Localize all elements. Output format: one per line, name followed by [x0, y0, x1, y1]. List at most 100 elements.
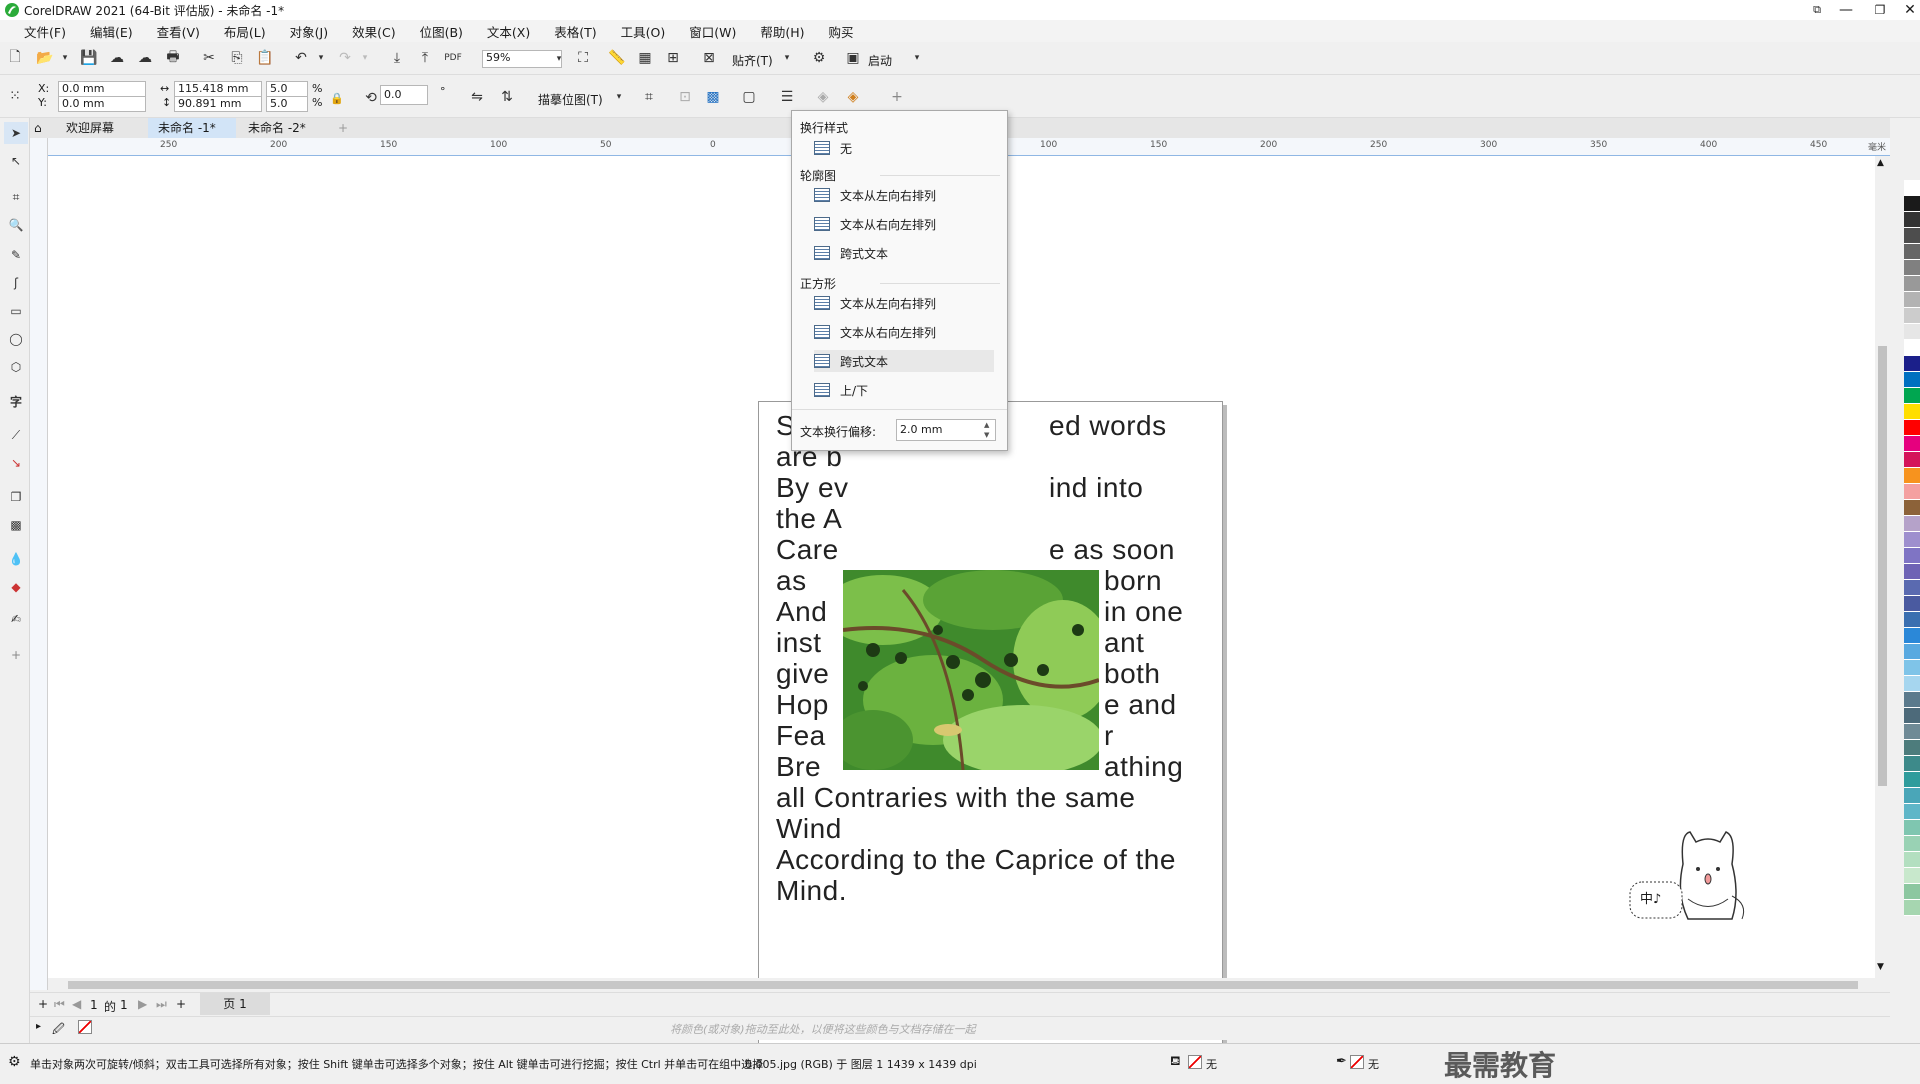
- palette-swatch[interactable]: [1904, 196, 1920, 212]
- artistic-media-icon[interactable]: ʃ: [4, 272, 28, 294]
- snap-dropdown-icon[interactable]: ▾: [776, 47, 798, 69]
- menu-object[interactable]: 对象(J): [278, 22, 340, 41]
- width-field[interactable]: 115.418 mm: [174, 81, 262, 97]
- rotation-angle-field[interactable]: 0.0: [380, 85, 428, 105]
- transparency-icon[interactable]: ▩: [4, 514, 28, 536]
- crop-tool-icon[interactable]: ⌗: [4, 186, 28, 208]
- eyedropper-icon[interactable]: 🖉: [52, 1020, 65, 1041]
- smart-fill-icon[interactable]: ✍: [4, 608, 28, 630]
- no-color-swatch[interactable]: [78, 1020, 92, 1034]
- palette-swatch[interactable]: [1904, 356, 1920, 372]
- outline-pen-icon[interactable]: ✒: [1336, 1054, 1347, 1069]
- menu-layout[interactable]: 布局(L): [212, 22, 278, 41]
- connector-tool-icon[interactable]: ↘: [4, 452, 28, 474]
- palette-swatch[interactable]: [1904, 500, 1920, 516]
- palette-swatch[interactable]: [1904, 244, 1920, 260]
- wrap-offset-field[interactable]: 2.0 mm: [896, 419, 996, 441]
- menu-tools[interactable]: 工具(O): [609, 22, 678, 41]
- color-palette[interactable]: [1904, 180, 1920, 1000]
- vertical-ruler[interactable]: [30, 138, 48, 990]
- menu-file[interactable]: 文件(F): [12, 22, 78, 41]
- rectangle-tool-icon[interactable]: ▭: [4, 300, 28, 322]
- offset-spinner-icon[interactable]: ▲ ▼: [984, 420, 989, 440]
- full-screen-icon[interactable]: ⛶: [572, 47, 594, 69]
- next-page-icon[interactable]: ▶: [138, 997, 147, 1011]
- vertical-scroll-thumb[interactable]: [1878, 346, 1887, 786]
- open-dropdown-icon[interactable]: ▾: [54, 47, 76, 69]
- add-page-after-icon[interactable]: +: [176, 997, 186, 1011]
- page-tab[interactable]: 页 1: [200, 993, 270, 1015]
- text-line-right[interactable]: e and: [1104, 689, 1177, 721]
- eyedropper-icon[interactable]: 💧: [4, 548, 28, 570]
- text-line-right[interactable]: ed words: [1049, 410, 1167, 442]
- vertical-scrollbar[interactable]: ▲ ▼: [1875, 156, 1890, 978]
- text-line-right[interactable]: born: [1104, 565, 1162, 597]
- resample-icon[interactable]: ⊡: [674, 86, 696, 108]
- height-field[interactable]: 90.891 mm: [174, 96, 262, 112]
- text-line[interactable]: inst: [776, 627, 822, 659]
- palette-swatch[interactable]: [1904, 868, 1920, 884]
- snap-to-menu[interactable]: 贴齐(T): [732, 52, 773, 69]
- palette-swatch[interactable]: [1904, 468, 1920, 484]
- edit-bitmap-icon[interactable]: ▩: [702, 86, 724, 108]
- cut-icon[interactable]: ✂: [198, 47, 220, 69]
- show-rulers-icon[interactable]: 📏: [606, 47, 628, 69]
- launch-dropdown-icon[interactable]: ▾: [906, 47, 928, 69]
- trace-dropdown-icon[interactable]: ▾: [608, 86, 630, 108]
- palette-swatch[interactable]: [1904, 404, 1920, 420]
- palette-swatch[interactable]: [1904, 388, 1920, 404]
- tab-welcome[interactable]: 欢迎屏幕: [56, 118, 146, 138]
- palette-swatch[interactable]: [1904, 548, 1920, 564]
- arrange-icon[interactable]: ◈: [812, 86, 834, 108]
- text-tool-icon[interactable]: 字: [4, 390, 28, 412]
- scale-y-field[interactable]: 5.0: [266, 96, 308, 112]
- fill-bucket-icon[interactable]: ⛾: [1170, 1054, 1181, 1071]
- show-grid-icon[interactable]: ▦: [634, 47, 656, 69]
- parallel-dimension-icon[interactable]: ⟋: [4, 424, 28, 446]
- horizontal-scrollbar[interactable]: [48, 978, 1890, 992]
- last-page-icon[interactable]: ⏭: [156, 997, 167, 1012]
- scale-x-field[interactable]: 5.0: [266, 81, 308, 97]
- object-origin-icon[interactable]: ⁙: [4, 85, 26, 107]
- palette-swatch[interactable]: [1904, 212, 1920, 228]
- tab-untitled-2[interactable]: 未命名 -2*: [238, 118, 326, 138]
- bitmap-frame-icon[interactable]: ▢: [738, 86, 760, 108]
- scroll-up-icon[interactable]: ▲: [1877, 158, 1884, 168]
- palette-swatch[interactable]: [1904, 644, 1920, 660]
- palette-swatch[interactable]: [1904, 596, 1920, 612]
- square-above-below-option[interactable]: 上/下: [814, 379, 994, 401]
- text-line[interactable]: give: [776, 658, 829, 690]
- mirror-horizontal-icon[interactable]: ⇋: [466, 86, 488, 108]
- text-line[interactable]: Bre: [776, 751, 821, 783]
- palette-swatch[interactable]: [1904, 884, 1920, 900]
- contour-left-to-right-option[interactable]: 文本从左向右排列: [814, 184, 994, 206]
- palette-swatch[interactable]: [1904, 628, 1920, 644]
- horizontal-scroll-thumb[interactable]: [68, 981, 1858, 989]
- palette-swatch[interactable]: [1904, 692, 1920, 708]
- palette-swatch[interactable]: [1904, 372, 1920, 388]
- new-tab-icon[interactable]: +: [328, 118, 358, 138]
- fill-none-swatch[interactable]: [1188, 1055, 1202, 1069]
- first-page-icon[interactable]: ⏮: [54, 997, 65, 1012]
- text-line[interactable]: By ev: [776, 472, 849, 504]
- open-icon[interactable]: 📂: [34, 47, 56, 69]
- freehand-tool-icon[interactable]: ✎: [4, 244, 28, 266]
- text-line[interactable]: as: [776, 565, 807, 597]
- palette-swatch[interactable]: [1904, 228, 1920, 244]
- menu-buy[interactable]: 购买: [817, 22, 866, 41]
- palette-swatch[interactable]: [1904, 180, 1920, 196]
- import-icon[interactable]: ⤓: [386, 47, 408, 69]
- text-line-right[interactable]: e as soon: [1049, 534, 1175, 566]
- palette-swatch[interactable]: [1904, 788, 1920, 804]
- undo-dropdown-icon[interactable]: ▾: [310, 47, 332, 69]
- palette-swatch[interactable]: [1904, 452, 1920, 468]
- palette-swatch[interactable]: [1904, 276, 1920, 292]
- document-page[interactable]: Sligh are b By ev the A Care as And inst…: [758, 401, 1223, 1061]
- text-line-right[interactable]: both: [1104, 658, 1161, 690]
- launch-menu[interactable]: 启动: [868, 52, 892, 69]
- new-document-icon[interactable]: 🗋: [4, 47, 26, 69]
- text-line-right[interactable]: in one: [1104, 596, 1183, 628]
- zoom-tool-icon[interactable]: 🔍: [4, 214, 28, 236]
- ellipse-tool-icon[interactable]: ◯: [4, 328, 28, 350]
- redo-icon[interactable]: ↷: [334, 47, 356, 69]
